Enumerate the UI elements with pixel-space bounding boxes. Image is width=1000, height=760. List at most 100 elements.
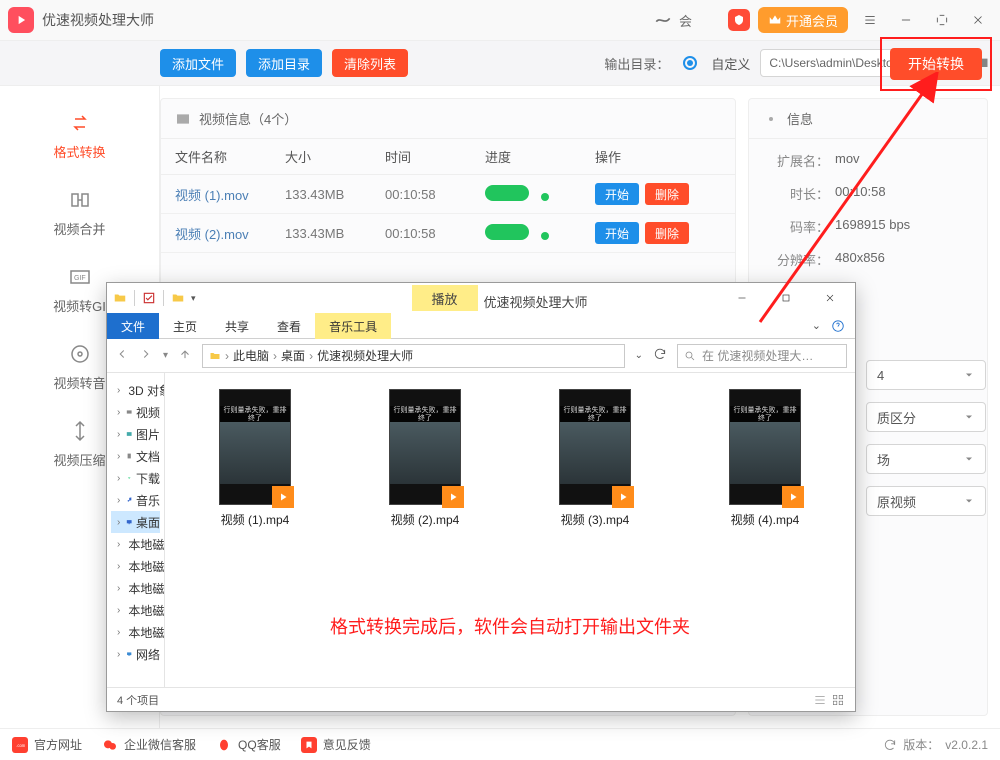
minimize-button[interactable] xyxy=(892,6,920,34)
cell-progress xyxy=(485,185,595,204)
file-item-3[interactable]: 行则量承失败，重排终了视频 (4).mp4 xyxy=(695,389,835,528)
info-row: 分辨率：480x856 xyxy=(765,250,971,269)
crumb-1[interactable]: 桌面 xyxy=(281,347,305,364)
nav-up[interactable] xyxy=(178,347,192,364)
tree-chevron: › xyxy=(117,473,122,484)
file-item-0[interactable]: 行则量承失败，重排终了视频 (1).mp4 xyxy=(185,389,325,528)
crumb-sep: › xyxy=(273,349,277,363)
tree-item-9[interactable]: ›本地磁盘 (E: xyxy=(111,577,160,599)
web-icon: .com xyxy=(12,737,28,753)
info-key: 分辨率： xyxy=(765,250,829,269)
explorer-play-tab[interactable]: 播放 xyxy=(412,285,478,311)
breadcrumb[interactable]: ›此电脑›桌面›优速视频处理大师 xyxy=(202,344,625,368)
info-key: 时长： xyxy=(765,184,829,203)
tree-item-6[interactable]: ›桌面 xyxy=(111,511,160,533)
crumb-2[interactable]: 优速视频处理大师 xyxy=(317,347,413,364)
tree-item-8[interactable]: ›本地磁盘 (D: xyxy=(111,555,160,577)
row-start-button[interactable]: 开始 xyxy=(595,222,639,244)
file-name: 视频 (2).mp4 xyxy=(391,511,460,528)
add-file-button[interactable]: 添加文件 xyxy=(160,49,236,77)
maximize-button[interactable] xyxy=(928,6,956,34)
row-delete-button[interactable]: 删除 xyxy=(645,183,689,205)
info-value: 00:10:58 xyxy=(835,184,971,203)
tree-item-5[interactable]: › 音乐 xyxy=(111,489,160,511)
row-delete-button[interactable]: 删除 xyxy=(645,222,689,244)
file-list-title: 视频信息（4个） xyxy=(199,109,297,128)
tree-label: 本地磁盘 (E: xyxy=(128,580,165,597)
clear-list-button[interactable]: 清除列表 xyxy=(332,49,408,77)
ribbon-expand[interactable]: ⌄ xyxy=(802,313,855,338)
cell-size: 133.43MB xyxy=(285,187,385,202)
ribbon-tab-1[interactable]: 主页 xyxy=(159,313,211,339)
chevron-down-icon[interactable]: ▾ xyxy=(191,293,196,304)
footer-link-qq[interactable]: QQ客服 xyxy=(216,736,281,753)
nav-back[interactable] xyxy=(115,347,129,364)
footer-link-feedback[interactable]: 意见反馈 xyxy=(301,736,371,753)
footer-link-wechat[interactable]: 企业微信客服 xyxy=(102,736,196,753)
dropdown-2[interactable]: 场 xyxy=(866,444,986,474)
tree-item-2[interactable]: ›图片 xyxy=(111,423,160,445)
row-start-button[interactable]: 开始 xyxy=(595,183,639,205)
tree-chevron: › xyxy=(117,583,120,594)
tree-item-10[interactable]: ›本地磁盘 (F: xyxy=(111,599,160,621)
merge-icon xyxy=(67,187,93,213)
explorer-maximize[interactable] xyxy=(767,285,805,311)
ribbon-tab-3[interactable]: 查看 xyxy=(263,313,315,339)
tree-item-3[interactable]: ›文档 xyxy=(111,445,160,467)
nav-refresh[interactable] xyxy=(653,347,667,364)
user-area[interactable]: 会 xyxy=(653,10,692,30)
view-icons-icon[interactable] xyxy=(831,693,845,707)
tree-chevron: › xyxy=(117,627,120,638)
ribbon-tab-music[interactable]: 音乐工具 xyxy=(315,313,391,339)
menu-icon[interactable] xyxy=(856,6,884,34)
nav-forward[interactable] xyxy=(139,347,153,364)
tree-item-12[interactable]: ›网络 xyxy=(111,643,160,665)
sidebar-item-1[interactable]: 视频合并 xyxy=(0,177,159,248)
explorer-tree: ›3D 对象›视频›图片›文档›下载›音乐›桌面›本地磁盘 (C:›本地磁盘 (… xyxy=(107,373,165,687)
tree-item-0[interactable]: ›3D 对象 xyxy=(111,379,160,401)
app-title: 优速视频处理大师 xyxy=(42,10,154,30)
crumb-0[interactable]: 此电脑 xyxy=(233,347,269,364)
user-label: 会 xyxy=(679,11,692,30)
tree-chevron: › xyxy=(117,495,122,506)
file-name: 视频 (3).mp4 xyxy=(561,511,630,528)
chevron-down-icon xyxy=(963,369,975,381)
wechat-icon xyxy=(102,737,118,753)
shield-badge[interactable] xyxy=(728,9,750,31)
tree-item-7[interactable]: ›本地磁盘 (C: xyxy=(111,533,160,555)
tree-item-11[interactable]: ›本地磁盘 (G: xyxy=(111,621,160,643)
sidebar-item-0[interactable]: 格式转换 xyxy=(0,100,159,171)
cell-time: 00:10:58 xyxy=(385,226,485,241)
vip-button[interactable]: 开通会员 xyxy=(758,7,848,33)
footer-link-web[interactable]: .com 官方网址 xyxy=(12,736,82,753)
dropdown-0[interactable]: 4 xyxy=(866,360,986,390)
swap-icon xyxy=(67,110,93,136)
view-details-icon[interactable] xyxy=(813,693,827,707)
tree-label: 桌面 xyxy=(136,514,160,531)
tree-label: 下载 xyxy=(136,470,160,487)
info-row: 时长： 00:10:58 xyxy=(765,184,971,203)
crumb-dropdown[interactable]: ⌄ xyxy=(635,350,643,361)
file-item-2[interactable]: 行则量承失败，重排终了视频 (3).mp4 xyxy=(525,389,665,528)
dropdown-1[interactable]: 质区分 xyxy=(866,402,986,432)
tree-label: 视频 xyxy=(136,404,160,421)
file-item-1[interactable]: 行则量承失败，重排终了视频 (2).mp4 xyxy=(355,389,495,528)
ribbon-tab-0[interactable]: 文件 xyxy=(107,313,159,339)
dropdown-3[interactable]: 原视频 xyxy=(866,486,986,516)
add-dir-button[interactable]: 添加目录 xyxy=(246,49,322,77)
col-name: 文件名称 xyxy=(175,147,285,166)
nav-recent[interactable]: ▾ xyxy=(163,350,168,361)
explorer-close[interactable] xyxy=(811,285,849,311)
tree-label: 音乐 xyxy=(136,492,160,509)
footer-link-label: QQ客服 xyxy=(238,736,281,753)
tree-item-4[interactable]: › 下载 xyxy=(111,467,160,489)
explorer-minimize[interactable] xyxy=(723,285,761,311)
ribbon-tab-2[interactable]: 共享 xyxy=(211,313,263,339)
footer-link-label: 意见反馈 xyxy=(323,736,371,753)
explorer-search[interactable]: 在 优速视频处理大… xyxy=(677,344,847,368)
footer-link-label: 官方网址 xyxy=(34,736,82,753)
close-button[interactable] xyxy=(964,6,992,34)
output-mode-radio[interactable] xyxy=(683,56,697,70)
start-convert-button[interactable]: 开始转换 xyxy=(890,48,982,80)
tree-item-1[interactable]: ›视频 xyxy=(111,401,160,423)
